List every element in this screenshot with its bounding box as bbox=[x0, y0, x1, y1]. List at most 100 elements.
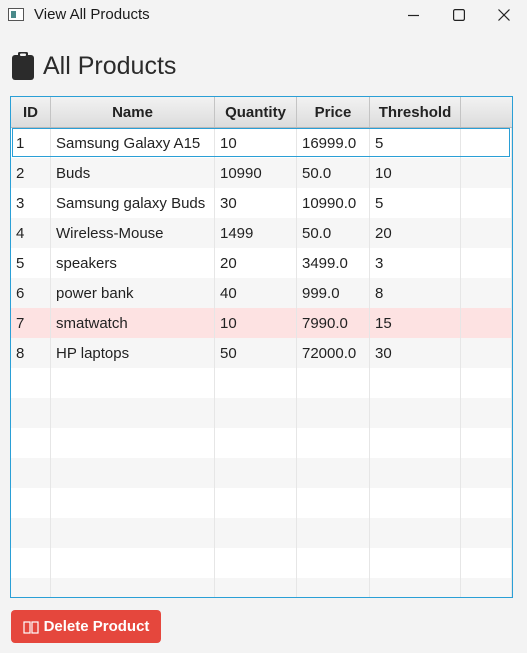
delete-product-label: Delete Product bbox=[43, 618, 150, 635]
cell-quantity: 10 bbox=[215, 308, 297, 338]
empty-table-row bbox=[11, 428, 512, 458]
cell-filler bbox=[461, 158, 512, 188]
cell-id bbox=[11, 458, 51, 488]
delete-product-button[interactable]: Delete Product bbox=[11, 610, 161, 643]
table-row[interactable]: 3 Samsung galaxy Buds 30 10990.0 5 bbox=[11, 188, 512, 218]
cell-filler bbox=[461, 278, 512, 308]
cell-price: 999.0 bbox=[297, 278, 370, 308]
maximize-button[interactable] bbox=[436, 0, 482, 30]
table-row[interactable]: 2 Buds 10990 50.0 10 bbox=[11, 158, 512, 188]
cell-threshold: 3 bbox=[370, 248, 461, 278]
table-row[interactable]: 4 Wireless-Mouse 1499 50.0 20 bbox=[11, 218, 512, 248]
table-row[interactable]: 6 power bank 40 999.0 8 bbox=[11, 278, 512, 308]
close-button[interactable] bbox=[481, 0, 527, 30]
cell-name: smatwatch bbox=[51, 308, 215, 338]
cell-id: 2 bbox=[11, 158, 51, 188]
cell-name bbox=[51, 398, 215, 428]
cell-quantity bbox=[215, 398, 297, 428]
cell-threshold: 8 bbox=[370, 278, 461, 308]
table-header: ID Name Quantity Price Threshold bbox=[11, 97, 512, 128]
products-table[interactable]: ID Name Quantity Price Threshold 1 Samsun… bbox=[10, 96, 513, 598]
cell-threshold: 30 bbox=[370, 338, 461, 368]
cell-id: 3 bbox=[11, 188, 51, 218]
cell-name bbox=[51, 578, 215, 597]
cell-filler bbox=[461, 458, 512, 488]
close-icon bbox=[498, 9, 510, 21]
minimize-button[interactable] bbox=[390, 0, 436, 30]
cell-threshold: 15 bbox=[370, 308, 461, 338]
cell-id bbox=[11, 518, 51, 548]
cell-price: 16999.0 bbox=[297, 128, 370, 158]
cell-name bbox=[51, 428, 215, 458]
cell-threshold bbox=[370, 458, 461, 488]
column-header-quantity[interactable]: Quantity bbox=[215, 97, 297, 127]
cell-filler bbox=[461, 308, 512, 338]
cell-threshold: 5 bbox=[370, 128, 461, 158]
cell-id: 5 bbox=[11, 248, 51, 278]
cell-threshold bbox=[370, 578, 461, 597]
cell-filler bbox=[461, 488, 512, 518]
cell-price: 72000.0 bbox=[297, 338, 370, 368]
cell-id bbox=[11, 398, 51, 428]
cell-name bbox=[51, 458, 215, 488]
cell-quantity: 20 bbox=[215, 248, 297, 278]
cell-filler bbox=[461, 578, 512, 597]
column-header-name[interactable]: Name bbox=[51, 97, 215, 127]
cell-quantity: 40 bbox=[215, 278, 297, 308]
empty-table-row bbox=[11, 548, 512, 578]
cell-price: 10990.0 bbox=[297, 188, 370, 218]
cell-threshold: 5 bbox=[370, 188, 461, 218]
cell-filler bbox=[461, 128, 512, 158]
cell-price bbox=[297, 458, 370, 488]
page-title: All Products bbox=[43, 51, 177, 80]
cell-name: Samsung galaxy Buds bbox=[51, 188, 215, 218]
table-row[interactable]: 7 smatwatch 10 7990.0 15 bbox=[11, 308, 512, 338]
title-bar: View All Products bbox=[0, 0, 527, 30]
cell-name bbox=[51, 368, 215, 398]
cell-id: 8 bbox=[11, 338, 51, 368]
minimize-icon bbox=[407, 14, 419, 16]
cell-threshold bbox=[370, 398, 461, 428]
empty-table-row bbox=[11, 488, 512, 518]
cell-quantity bbox=[215, 428, 297, 458]
empty-table-row bbox=[11, 458, 512, 488]
empty-table-row bbox=[11, 578, 512, 597]
app-window-icon bbox=[8, 8, 24, 21]
cell-quantity bbox=[215, 458, 297, 488]
cell-price: 50.0 bbox=[297, 158, 370, 188]
cell-price bbox=[297, 368, 370, 398]
maximize-icon bbox=[453, 9, 465, 21]
clipboard-icon bbox=[12, 52, 34, 80]
column-header-price[interactable]: Price bbox=[297, 97, 370, 127]
cell-name: Samsung Galaxy A15 bbox=[51, 128, 215, 158]
cell-quantity: 50 bbox=[215, 338, 297, 368]
cell-quantity bbox=[215, 548, 297, 578]
window-title: View All Products bbox=[34, 6, 150, 23]
table-row[interactable]: 8 HP laptops 50 72000.0 30 bbox=[11, 338, 512, 368]
cell-quantity: 10 bbox=[215, 128, 297, 158]
cell-id bbox=[11, 488, 51, 518]
empty-table-row bbox=[11, 398, 512, 428]
cell-price bbox=[297, 518, 370, 548]
cell-quantity bbox=[215, 368, 297, 398]
cell-threshold bbox=[370, 428, 461, 458]
cell-price: 50.0 bbox=[297, 218, 370, 248]
cell-filler bbox=[461, 428, 512, 458]
cell-price: 7990.0 bbox=[297, 308, 370, 338]
cell-quantity bbox=[215, 578, 297, 597]
page-header: All Products bbox=[12, 50, 176, 82]
table-row[interactable]: 1 Samsung Galaxy A15 10 16999.0 5 bbox=[11, 128, 512, 158]
cell-price bbox=[297, 428, 370, 458]
cell-id bbox=[11, 578, 51, 597]
cell-threshold: 20 bbox=[370, 218, 461, 248]
cell-filler bbox=[461, 188, 512, 218]
cell-price: 3499.0 bbox=[297, 248, 370, 278]
table-row[interactable]: 5 speakers 20 3499.0 3 bbox=[11, 248, 512, 278]
cell-id: 4 bbox=[11, 218, 51, 248]
cell-id bbox=[11, 428, 51, 458]
column-header-id[interactable]: ID bbox=[11, 97, 51, 127]
cell-threshold: 10 bbox=[370, 158, 461, 188]
column-header-threshold[interactable]: Threshold bbox=[370, 97, 461, 127]
cell-id: 1 bbox=[11, 128, 51, 158]
cell-id bbox=[11, 368, 51, 398]
